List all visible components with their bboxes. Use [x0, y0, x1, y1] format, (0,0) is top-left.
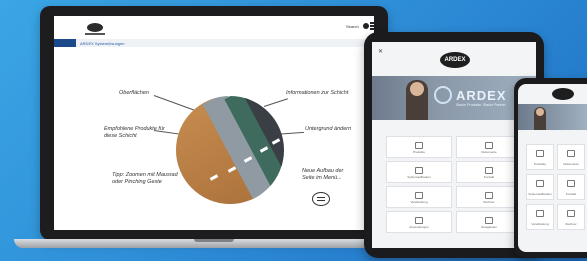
- laptop-screen: Search ARDEX Systemlösungen Oberflächen …: [54, 16, 374, 230]
- app-header: Search: [54, 16, 374, 39]
- phone-screen: Produkte Dokumente Systemaufbauten Konta…: [518, 84, 587, 252]
- box-icon: [415, 142, 423, 149]
- layers-icon: [415, 167, 423, 174]
- callout-change-substrate[interactable]: Untergrund ändern: [305, 126, 365, 133]
- tile-label: Kontakt: [565, 192, 577, 196]
- calculator-icon: [567, 210, 575, 217]
- box-icon: [536, 150, 544, 157]
- tile-label: Systemaufbauten: [407, 175, 431, 179]
- breadcrumb[interactable]: ARDEX Systemlösungen: [80, 41, 124, 46]
- ardex-logo[interactable]: [87, 23, 103, 32]
- tablet-screen: ✕ ARDEX ARDEX Starke Produkte. Starke Pa…: [372, 42, 536, 248]
- nav-bar: ARDEX Systemlösungen: [54, 39, 374, 47]
- phone-device: Produkte Dokumente Systemaufbauten Konta…: [514, 78, 587, 258]
- ardex-logo[interactable]: ARDEX: [440, 52, 470, 68]
- tile-label: Rechner: [483, 200, 495, 204]
- tile-label: Dokumente: [563, 162, 579, 166]
- tile-contact[interactable]: Kontakt: [456, 161, 522, 183]
- person-icon: [485, 167, 493, 174]
- menu-note: Neue Aufbau der Seite im Menü...: [302, 168, 344, 181]
- search-link[interactable]: Search: [346, 24, 359, 29]
- layers-icon: [536, 180, 544, 187]
- menu-note-icon[interactable]: [312, 192, 330, 206]
- tile-systems[interactable]: Systemaufbauten: [526, 174, 554, 200]
- tile-news[interactable]: Neuigkeiten: [456, 211, 522, 233]
- tile-calculator[interactable]: Rechner: [557, 204, 585, 230]
- tile-label: Rechner: [565, 222, 577, 226]
- tile-label: Anwendungen: [409, 225, 429, 229]
- brand-ring-icon: [434, 86, 452, 104]
- callout-surface[interactable]: Oberflächen: [119, 90, 149, 97]
- tile-products[interactable]: Produkte: [386, 136, 452, 158]
- calculator-icon: [485, 192, 493, 199]
- floor-layer-visualization[interactable]: [176, 96, 284, 204]
- tile-documents[interactable]: Dokumente: [557, 144, 585, 170]
- close-icon[interactable]: ✕: [378, 48, 383, 55]
- tile-label: Dokumente: [481, 150, 497, 154]
- document-icon: [567, 150, 575, 157]
- tile-label: Kontakt: [483, 175, 495, 179]
- tile-label: Systemaufbauten: [528, 192, 552, 196]
- tile-processing[interactable]: Verarbeitung: [386, 186, 452, 208]
- tile-documents[interactable]: Dokumente: [456, 136, 522, 158]
- tile-calculator[interactable]: Rechner: [456, 186, 522, 208]
- tool-icon: [415, 192, 423, 199]
- bell-icon: [485, 217, 493, 224]
- callout-recommended-products[interactable]: Empfohlene Produkte für diese Schicht: [104, 126, 166, 139]
- hamburger-menu-icon[interactable]: [370, 22, 374, 30]
- tile-systems[interactable]: Systemaufbauten: [386, 161, 452, 183]
- tile-label: Neuigkeiten: [481, 225, 497, 229]
- tile-contact[interactable]: Kontakt: [557, 174, 585, 200]
- tile-products[interactable]: Produkte: [526, 144, 554, 170]
- drop-icon: [415, 217, 423, 224]
- hero-banner: ARDEX Starke Produkte. Starke Partner.: [372, 76, 536, 120]
- user-icon[interactable]: [363, 23, 369, 29]
- tool-icon: [536, 210, 544, 217]
- tile-processing[interactable]: Verarbeitung: [526, 204, 554, 230]
- laptop-notch: [194, 239, 234, 242]
- hero-tagline: Starke Produkte. Starke Partner.: [456, 103, 507, 107]
- tile-label: Produkte: [412, 150, 425, 154]
- nav-accent: [54, 39, 76, 47]
- person-icon: [567, 180, 575, 187]
- hero-banner: [518, 104, 587, 130]
- hero-person-face: [410, 82, 424, 96]
- tile-label: Verarbeitung: [531, 222, 549, 226]
- document-icon: [485, 142, 493, 149]
- hero-person-face: [536, 108, 544, 116]
- zoom-tip: Tipp: Zoomen mit Mausrad oder Pinching G…: [112, 172, 178, 185]
- logo-subtitle: [85, 33, 105, 35]
- callout-layer-info[interactable]: Informationen zur Schicht: [286, 90, 356, 97]
- ardex-logo[interactable]: [552, 88, 574, 100]
- tile-label: Produkte: [533, 162, 546, 166]
- tile-applications[interactable]: Anwendungen: [386, 211, 452, 233]
- tile-label: Verarbeitung: [410, 200, 428, 204]
- hero-brand: ARDEX: [456, 88, 507, 103]
